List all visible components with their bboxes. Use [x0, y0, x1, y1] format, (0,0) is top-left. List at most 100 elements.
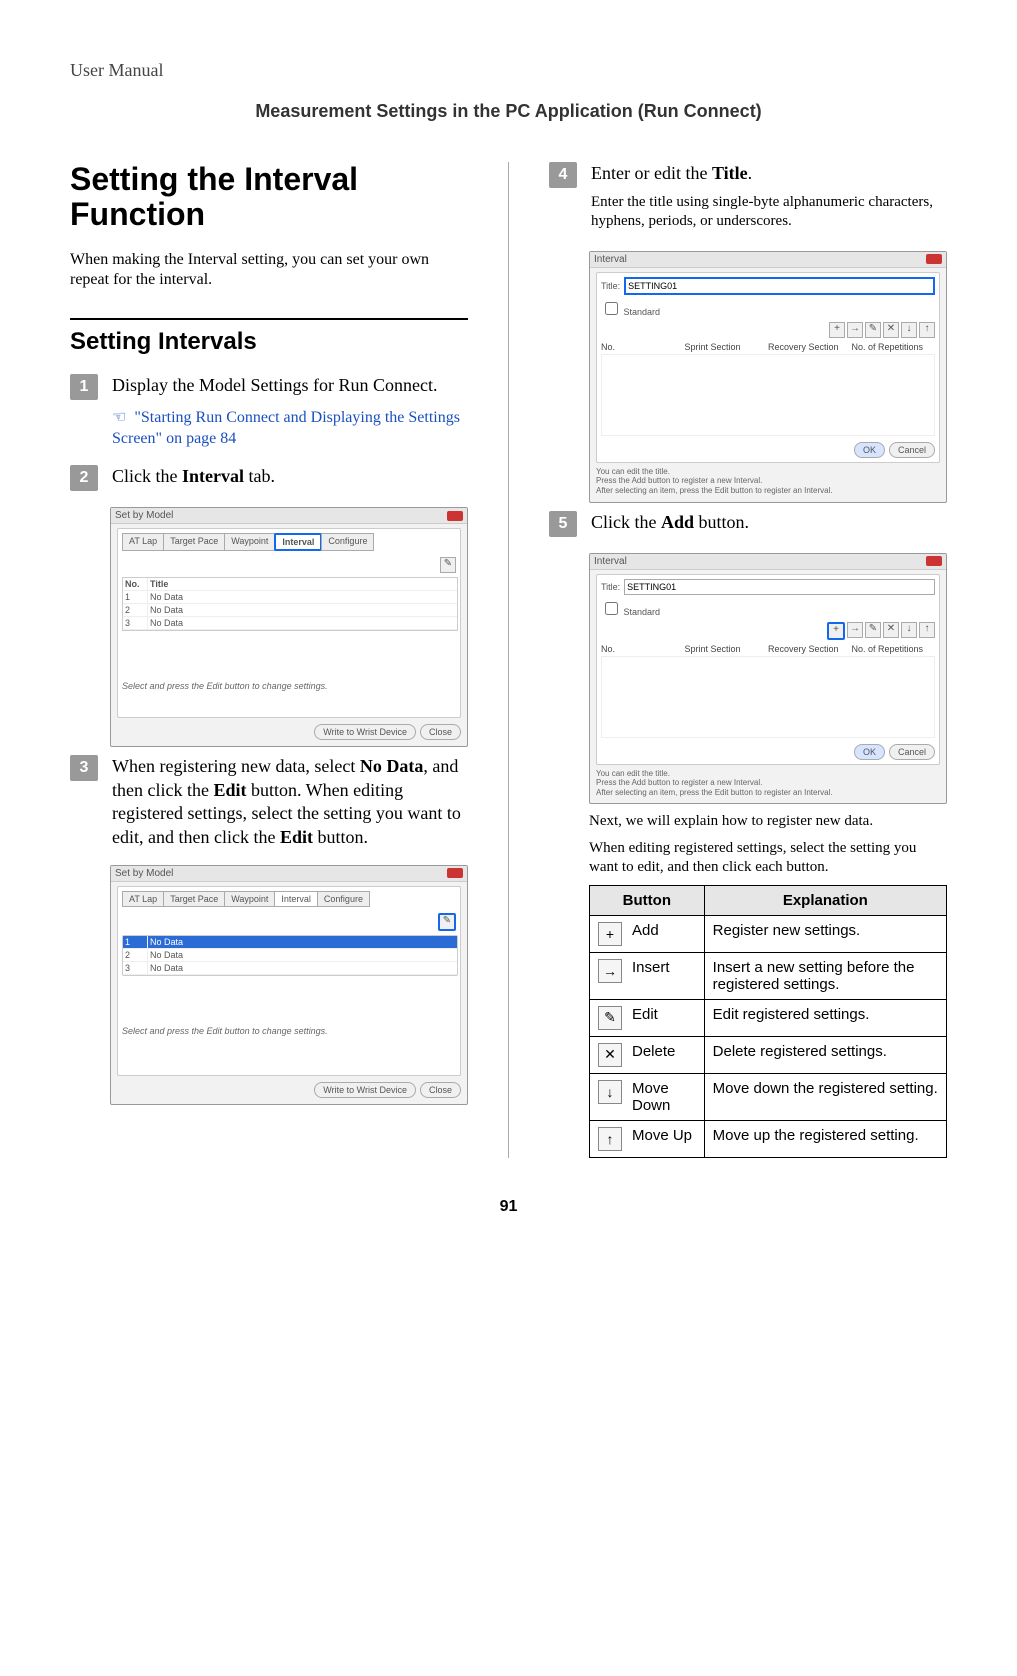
step2-bold: Interval	[182, 466, 244, 486]
list-item[interactable]: No Data	[148, 591, 457, 603]
table-row: ↓Move DownMove down the registered setti…	[590, 1073, 947, 1120]
write-to-wrist-button[interactable]: Write to Wrist Device	[314, 724, 416, 740]
edit-button[interactable]: ✎	[865, 622, 881, 638]
button-icon: ✕	[598, 1043, 622, 1067]
sub-heading: Setting Intervals	[70, 328, 468, 356]
table-row: ✎ Edit Edit registered settings.	[590, 999, 947, 1036]
title-input[interactable]	[624, 579, 935, 595]
step4-note: Enter the title using single-byte alphan…	[591, 193, 947, 231]
screenshot-title-edit: Interval Title: Standard + → ✎ ✕ ↓ ↑	[589, 251, 947, 503]
tab-target-pace[interactable]: Target Pace	[163, 533, 225, 551]
table-header-button: Button	[590, 885, 705, 915]
page-title: Setting the Interval Function	[70, 162, 468, 232]
step1-text: Display the Model Settings for Run Conne…	[112, 375, 437, 395]
tab-atlap[interactable]: AT Lap	[122, 533, 164, 551]
add-button[interactable]: +	[829, 322, 845, 338]
insert-button[interactable]: →	[847, 322, 863, 338]
tab-waypoint[interactable]: Waypoint	[224, 533, 275, 551]
list-item[interactable]: No Data	[148, 962, 457, 974]
col-recovery: Recovery Section	[768, 644, 852, 654]
user-manual-link[interactable]: User Manual	[70, 60, 947, 81]
list-item[interactable]: No Data	[148, 604, 457, 616]
close-icon[interactable]	[447, 868, 463, 878]
button-explanation: Move down the registered setting.	[704, 1073, 946, 1120]
close-icon[interactable]	[926, 556, 942, 566]
button-explanation: Register new settings.	[704, 915, 946, 952]
page-number: 91	[70, 1198, 947, 1216]
list-item[interactable]: No Data	[148, 949, 457, 961]
step-number-4: 4	[549, 162, 577, 188]
step-number-1: 1	[70, 374, 98, 400]
button-name: Move Up	[632, 1127, 692, 1144]
ok-button[interactable]: OK	[854, 744, 885, 760]
tab-atlap[interactable]: AT Lap	[122, 891, 164, 907]
close-icon[interactable]	[926, 254, 942, 264]
add-button-highlighted[interactable]: +	[827, 622, 845, 640]
intro-paragraph: When making the Interval setting, you ca…	[70, 250, 468, 290]
tab-interval[interactable]: Interval	[274, 533, 322, 551]
step5-post: button.	[694, 512, 749, 532]
button-icon: ✎	[598, 1006, 622, 1030]
button-icon: →	[598, 959, 622, 983]
ok-button[interactable]: OK	[854, 442, 885, 458]
move-down-button[interactable]: ↓	[901, 322, 917, 338]
standard-checkbox[interactable]	[605, 602, 618, 615]
edit-button-highlighted[interactable]: ✎	[438, 913, 456, 931]
cancel-button[interactable]: Cancel	[889, 442, 935, 458]
button-explanation: Edit registered settings.	[704, 999, 946, 1036]
move-down-button[interactable]: ↓	[901, 622, 917, 638]
button-name: Insert	[632, 959, 670, 976]
hint-text: Select and press the Edit button to chan…	[122, 681, 456, 691]
delete-button[interactable]: ✕	[883, 622, 899, 638]
step5-bold: Add	[661, 512, 694, 532]
screenshot-edit-highlight: Set by Model AT Lap Target Pace Waypoint…	[110, 865, 468, 1105]
step3-text: When registering new data, select No Dat…	[112, 755, 468, 849]
cancel-button[interactable]: Cancel	[889, 744, 935, 760]
button-explanation: Delete registered settings.	[704, 1036, 946, 1073]
tab-configure[interactable]: Configure	[317, 891, 370, 907]
tab-target-pace[interactable]: Target Pace	[163, 891, 225, 907]
step-number-5: 5	[549, 511, 577, 537]
title-label: Title:	[601, 582, 620, 592]
edit-button[interactable]: ✎	[865, 322, 881, 338]
table-row: ✕DeleteDelete registered settings.	[590, 1036, 947, 1073]
col-sprint: Sprint Section	[685, 644, 769, 654]
standard-checkbox[interactable]	[605, 302, 618, 315]
cross-reference-link[interactable]: ☞ "Starting Run Connect and Displaying t…	[112, 408, 468, 450]
help-text: You can edit the title. Press the Add bu…	[596, 769, 940, 798]
close-icon[interactable]	[447, 511, 463, 521]
followup-1: Next, we will explain how to register ne…	[589, 812, 947, 831]
close-button[interactable]: Close	[420, 1082, 461, 1098]
table-row: +AddRegister new settings.	[590, 915, 947, 952]
insert-button[interactable]: →	[847, 622, 863, 638]
step-number-3: 3	[70, 755, 98, 781]
list-item-selected[interactable]: No Data	[148, 936, 457, 948]
standard-label: Standard	[624, 607, 661, 617]
standard-label: Standard	[624, 307, 661, 317]
button-explanation: Move up the registered setting.	[704, 1120, 946, 1157]
table-header-explanation: Explanation	[704, 885, 946, 915]
button-name: Edit	[632, 1006, 658, 1023]
step-number-2: 2	[70, 465, 98, 491]
title-input[interactable]	[624, 277, 935, 295]
button-explanation: Insert a new setting before the register…	[704, 952, 946, 999]
hint-text: Select and press the Edit button to chan…	[122, 1026, 456, 1036]
move-up-button[interactable]: ↑	[919, 622, 935, 638]
write-to-wrist-button[interactable]: Write to Wrist Device	[314, 1082, 416, 1098]
tab-configure[interactable]: Configure	[321, 533, 374, 551]
step4-bold: Title	[712, 163, 748, 183]
list-item[interactable]: No Data	[148, 617, 457, 629]
close-button[interactable]: Close	[420, 724, 461, 740]
step4-post: .	[748, 163, 753, 183]
button-icon: ↑	[598, 1127, 622, 1151]
step5-pre: Click the	[591, 512, 661, 532]
move-up-button[interactable]: ↑	[919, 322, 935, 338]
section-title: Measurement Settings in the PC Applicati…	[70, 101, 947, 122]
tab-waypoint[interactable]: Waypoint	[224, 891, 275, 907]
window-title: Set by Model	[115, 510, 173, 521]
edit-button[interactable]: ✎	[440, 557, 456, 573]
delete-button[interactable]: ✕	[883, 322, 899, 338]
col-recovery: Recovery Section	[768, 342, 852, 352]
tab-interval[interactable]: Interval	[274, 891, 318, 907]
col-title: Title	[148, 578, 457, 590]
